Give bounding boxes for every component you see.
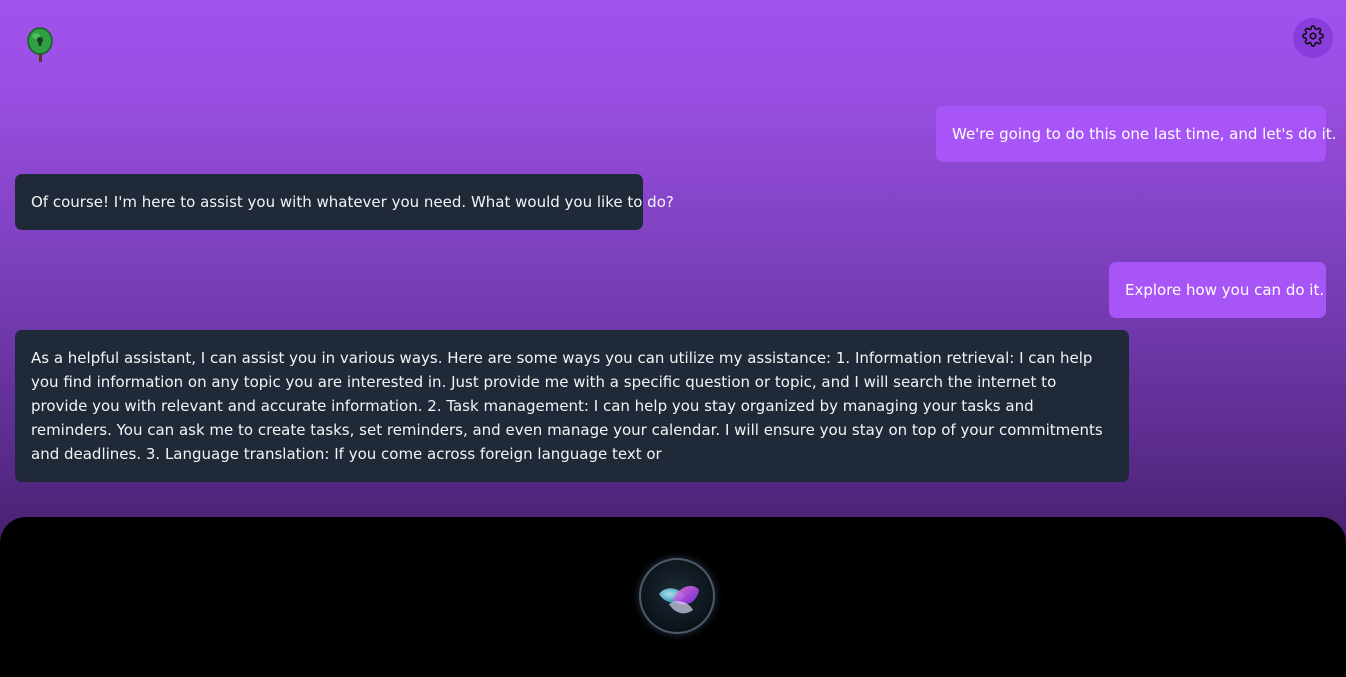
tree-logo-icon (24, 26, 56, 64)
voice-assistant-button[interactable] (639, 558, 715, 634)
settings-button[interactable] (1293, 18, 1333, 58)
assistant-message: Of course! I'm here to assist you with w… (15, 174, 674, 230)
gear-icon (1302, 25, 1324, 51)
user-message: We're going to do this one last time, an… (936, 106, 1336, 162)
user-message: Explore how you can do it. (1109, 262, 1326, 318)
assistant-message: As a helpful assistant, I can assist you… (15, 330, 1129, 482)
